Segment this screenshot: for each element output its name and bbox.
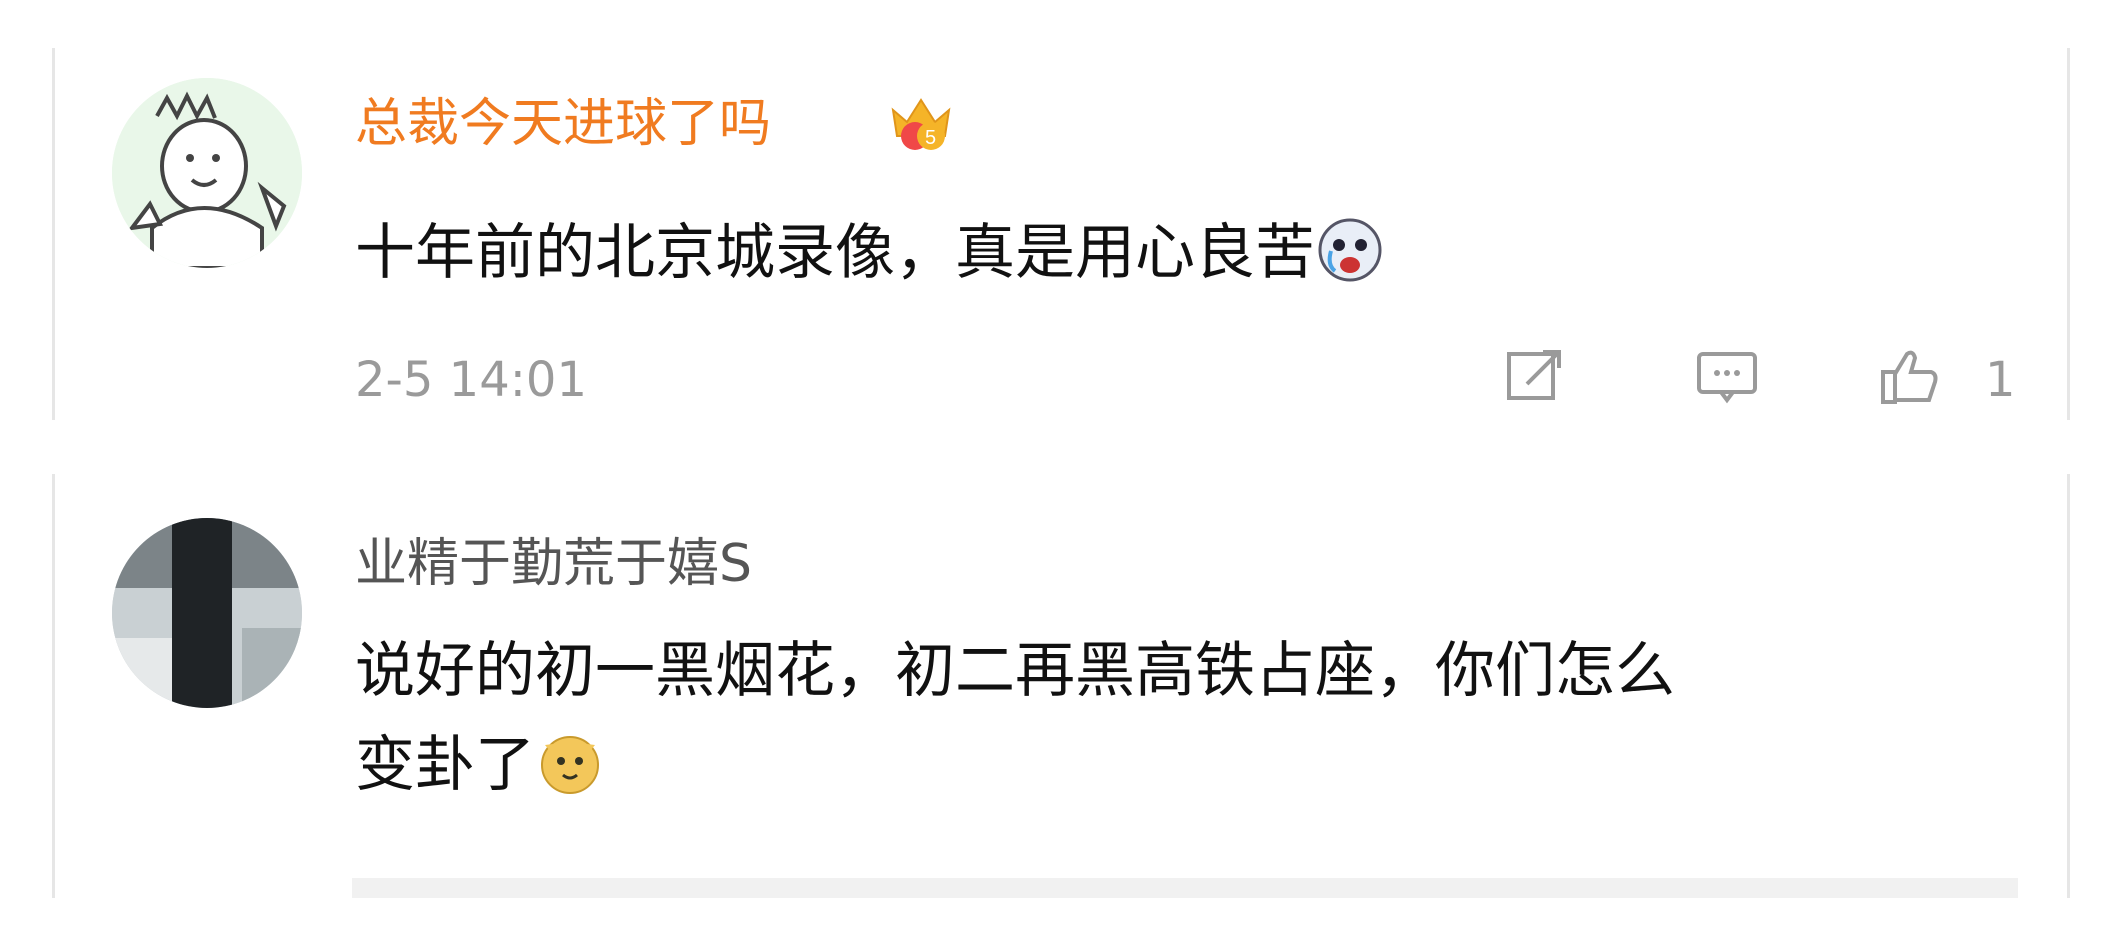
share-icon [1507,350,1561,400]
comment-timestamp: 2-5 14:01 [355,352,587,408]
thumbs-up-icon [1881,350,1938,404]
svg-text:5: 5 [925,127,936,149]
username[interactable]: 总裁今天进球了吗 [355,94,771,154]
doge-emoji [535,727,605,797]
comment-body: 十年前的北京城录像，真是用心良苦 [355,218,1315,288]
tearful-laugh-emoji [1315,215,1385,285]
cartoon-avatar-icon [112,78,302,268]
user-avatar[interactable] [112,78,302,268]
comment-line-2: 变卦了 [355,718,1675,812]
comment-icon [1697,352,1757,404]
comment-button[interactable] [1695,344,1759,408]
share-button[interactable] [1503,344,1567,408]
vip-crown-icon: 5 [885,88,957,160]
comment-body: 变卦了 [355,730,535,800]
comment-text: 十年前的北京城录像，真是用心良苦 [355,206,1385,300]
comment-text: 说好的初一黑烟花，初二再黑高铁占座，你们怎么 变卦了 [355,624,1675,812]
photo-avatar-icon [112,518,302,708]
comment-card: 总裁今天进球了吗 5 十年前的北京城录像，真是用心良苦 2-5 14:01 1 [52,48,2070,420]
user-avatar[interactable] [112,518,302,708]
like-button[interactable] [1877,344,1941,408]
comment-card: 业精于勤荒于嬉S 说好的初一黑烟花，初二再黑高铁占座，你们怎么 变卦了 [52,474,2070,898]
like-count: 1 [1985,352,2016,408]
comment-line-1: 说好的初一黑烟花，初二再黑高铁占座，你们怎么 [355,636,1675,706]
divider [352,878,2018,898]
username[interactable]: 业精于勤荒于嬉S [355,534,752,594]
